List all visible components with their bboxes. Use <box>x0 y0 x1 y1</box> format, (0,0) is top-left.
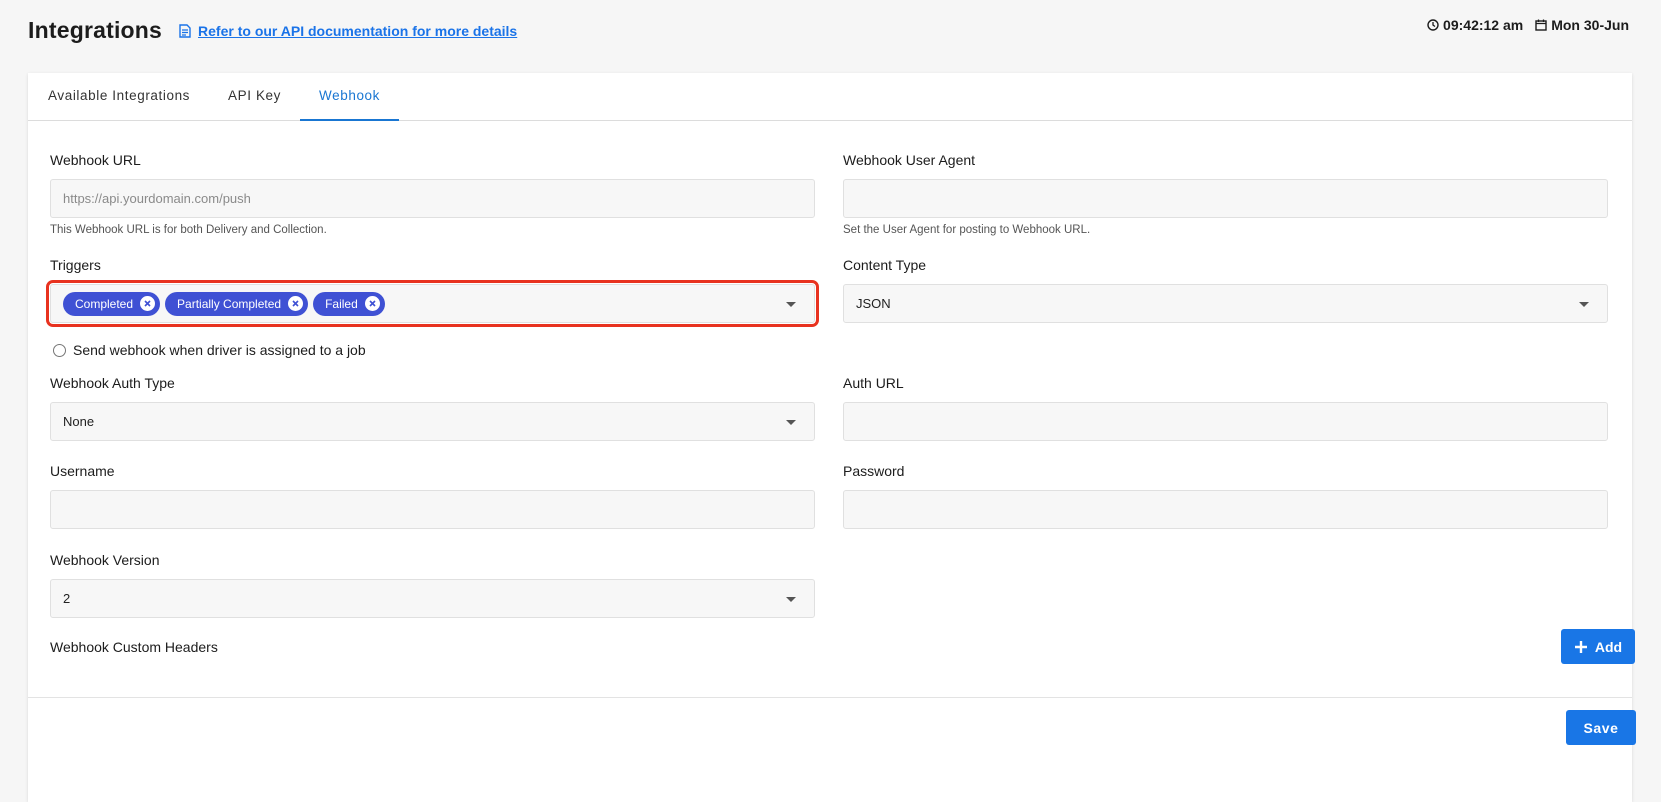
webhook-url-help: This Webhook URL is for both Delivery an… <box>50 224 327 236</box>
chip-label: Completed <box>75 296 134 311</box>
auth-type-select[interactable]: None <box>50 402 815 441</box>
document-icon <box>179 24 191 38</box>
tab-available-integrations[interactable]: Available Integrations <box>29 73 209 121</box>
auth-url-input[interactable] <box>843 402 1608 441</box>
user-agent-help: Set the User Agent for posting to Webhoo… <box>843 224 1091 236</box>
page-header: Integrations Refer to our API documentat… <box>0 0 1661 60</box>
driver-assigned-row[interactable]: Send webhook when driver is assigned to … <box>53 342 366 358</box>
password-label: Password <box>843 463 905 479</box>
driver-assigned-label: Send webhook when driver is assigned to … <box>73 342 366 358</box>
username-input[interactable] <box>50 490 815 529</box>
password-group: Password <box>843 463 1608 529</box>
chip-label: Partially Completed <box>177 296 282 311</box>
add-header-label: Add <box>1594 638 1623 655</box>
password-input[interactable] <box>843 490 1608 529</box>
auth-url-label: Auth URL <box>843 375 904 391</box>
tab-api-key[interactable]: API Key <box>209 73 300 121</box>
user-agent-label: Webhook User Agent <box>843 152 976 168</box>
custom-headers-label: Webhook Custom Headers <box>50 639 218 655</box>
content-type-select[interactable]: JSON <box>843 284 1608 323</box>
triggers-select[interactable]: Completed Partially Completed Failed <box>46 280 819 327</box>
username-label: Username <box>50 463 115 479</box>
calendar-icon <box>1535 19 1547 31</box>
content-type-group: Content Type JSON <box>843 257 1608 323</box>
chip-label: Failed <box>325 296 358 311</box>
remove-chip-icon[interactable] <box>364 296 380 311</box>
chevron-down-icon <box>786 302 796 307</box>
remove-chip-icon[interactable] <box>288 296 304 311</box>
user-agent-input[interactable] <box>843 179 1608 218</box>
driver-assigned-checkbox[interactable] <box>53 343 66 357</box>
current-date: Mon 30-Jun <box>1551 17 1629 33</box>
webhook-url-input[interactable] <box>50 179 815 218</box>
page-title: Integrations <box>28 16 163 43</box>
footer-divider <box>28 697 1632 698</box>
trigger-chip-failed: Failed <box>313 291 385 316</box>
tab-webhook[interactable]: Webhook <box>300 73 400 121</box>
triggers-label: Triggers <box>50 257 101 273</box>
content-type-label: Content Type <box>843 257 927 273</box>
trigger-chip-completed: Completed <box>63 291 161 316</box>
version-value: 2 <box>63 591 71 606</box>
api-doc-link[interactable]: Refer to our API documentation for more … <box>179 23 517 39</box>
remove-chip-icon[interactable] <box>140 296 156 311</box>
webhook-url-label: Webhook URL <box>50 152 141 168</box>
version-select[interactable]: 2 <box>50 579 815 618</box>
auth-url-group: Auth URL <box>843 375 1608 441</box>
version-label: Webhook Version <box>50 552 160 568</box>
chevron-down-icon <box>786 597 796 602</box>
save-button[interactable]: Save <box>1566 710 1636 745</box>
chevron-down-icon <box>1579 302 1589 307</box>
current-time: 09:42:12 am <box>1443 17 1524 33</box>
trigger-chip-partially-completed: Partially Completed <box>165 291 309 316</box>
clock-icon <box>1427 19 1439 31</box>
custom-headers-group: Webhook Custom Headers <box>50 639 815 666</box>
add-header-button[interactable]: Add <box>1561 629 1635 664</box>
auth-type-value: None <box>63 414 95 429</box>
integrations-card: Available Integrations API Key Webhook W… <box>28 73 1636 802</box>
webhook-url-group: Webhook URL This Webhook URL is for both… <box>50 152 815 236</box>
auth-type-group: Webhook Auth Type None <box>50 375 815 441</box>
content-type-value: JSON <box>856 296 891 311</box>
chevron-down-icon <box>786 420 796 425</box>
version-group: Webhook Version 2 <box>50 552 815 618</box>
plus-icon <box>1574 640 1587 653</box>
tab-bar: Available Integrations API Key Webhook <box>28 73 1632 121</box>
triggers-group: Triggers Completed Partially Completed F… <box>46 257 819 327</box>
user-agent-group: Webhook User Agent Set the User Agent fo… <box>843 152 1608 236</box>
username-group: Username <box>50 463 815 529</box>
auth-type-label: Webhook Auth Type <box>50 375 175 391</box>
api-doc-link-label: Refer to our API documentation for more … <box>198 23 518 39</box>
clock-area: 09:42:12 am Mon 30-Jun <box>1415 17 1629 33</box>
